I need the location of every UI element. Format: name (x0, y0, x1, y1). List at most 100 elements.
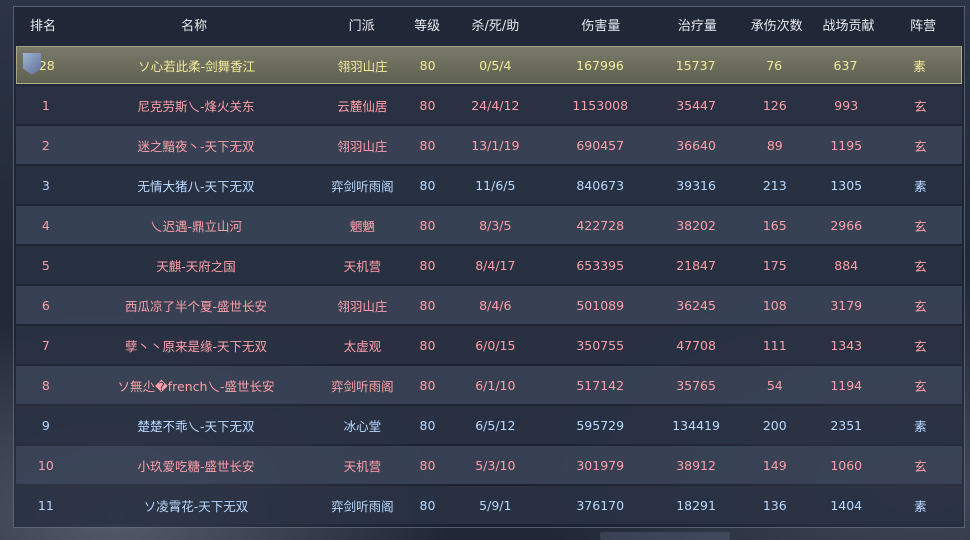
rank-cell: 5 (41, 257, 50, 273)
table-row[interactable]: 3 无情大猪八-天下无双 弈剑听雨阁 80 11/6/5 840673 39316 213 13… (16, 166, 962, 204)
faction-cell: 太虚观 (343, 338, 382, 354)
kda-cell: 8/3/5 (479, 217, 512, 233)
level-cell: 80 (419, 257, 436, 273)
kda-cell: 6/0/15 (475, 337, 516, 353)
header-rank[interactable]: 排名 (13, 15, 73, 34)
heal-cell: 21847 (676, 257, 716, 273)
kda-cell: 6/5/12 (475, 417, 516, 433)
damage-cell: 1153008 (572, 97, 629, 113)
kda-cell: 8/4/6 (479, 297, 512, 313)
faction-cell: 弈剑听雨阁 (331, 498, 394, 514)
heal-cell: 134419 (672, 417, 720, 433)
header-kda[interactable]: 杀/死/助 (446, 15, 544, 34)
kda-cell: 11/6/5 (475, 177, 516, 193)
name-cell: 西瓜凉了半个夏-盛世长安 (124, 298, 267, 314)
table-row[interactable]: 2 迷之黯夜丶-天下无双 翎羽山庄 80 13/1/19 690457 36640 89 119… (16, 126, 962, 164)
contribution-cell: 1195 (830, 137, 863, 153)
contribution-cell: 2351 (830, 417, 863, 433)
damage-cell: 517142 (576, 377, 625, 393)
faction-cell: 冰心堂 (343, 418, 382, 434)
scroll-track[interactable] (600, 532, 730, 540)
name-cell: 尼克劳斯乀-烽火关东 (137, 98, 255, 114)
scoreboard-screen: 排名 名称 门派 等级 杀/死/助 伤害量 治疗量 承伤次数 战场贡献 阵营 2… (0, 0, 970, 540)
name-cell: 楚楚不乖乀-天下无双 (137, 418, 255, 434)
damage-cell: 376170 (576, 497, 625, 513)
table-row[interactable]: 1 尼克劳斯乀-烽火关东 云麓仙居 80 24/4/12 1153008 35447 126 9… (16, 86, 962, 124)
header-hits-taken[interactable]: 承伤次数 (737, 15, 815, 34)
kda-cell: 5/9/1 (479, 497, 512, 513)
table-row[interactable]: 11 ソ凌霄花-天下无双 弈剑听雨阁 80 5/9/1 376170 18291 136 140… (16, 486, 962, 524)
header-heal[interactable]: 治疗量 (657, 15, 737, 34)
camp-cell: 素 (914, 178, 927, 194)
kda-cell: 5/3/10 (475, 457, 516, 473)
camp-cell: 玄 (914, 138, 927, 154)
table-row[interactable]: 8 ソ無尐�french乀-盛世长安 弈剑听雨阁 80 6/1/10 517142 3576… (16, 366, 962, 404)
camp-cell: 玄 (914, 458, 927, 474)
damage-cell: 350755 (576, 337, 625, 353)
faction-cell: 天机营 (343, 258, 382, 274)
name-cell: ソ心若此柔-剑舞香江 (138, 58, 256, 74)
kda-cell: 13/1/19 (471, 137, 520, 153)
camp-cell: 素 (913, 58, 926, 74)
camp-cell: 玄 (914, 218, 927, 234)
heal-cell: 38912 (676, 457, 716, 473)
camp-cell: 玄 (914, 378, 927, 394)
contribution-cell: 3179 (830, 297, 863, 313)
heal-cell: 15737 (675, 57, 716, 73)
hits-taken-cell: 89 (766, 137, 783, 153)
rank-cell: 3 (41, 177, 50, 193)
table-row[interactable]: 7 孽丶丶原来是缘-天下无双 太虚观 80 6/0/15 350755 47708 111 13… (16, 326, 962, 364)
damage-cell: 501089 (576, 297, 625, 313)
table-header: 排名 名称 门派 等级 杀/死/助 伤害量 治疗量 承伤次数 战场贡献 阵营 (13, 6, 965, 42)
contribution-cell: 993 (834, 97, 859, 113)
table-row-self[interactable]: 28 ソ心若此柔-剑舞香江 翎羽山庄 80 0/5/4 167996 15737 76 637 素 (16, 46, 962, 84)
damage-cell: 840673 (576, 177, 625, 193)
camp-cell: 素 (914, 418, 927, 434)
hits-taken-cell: 213 (762, 177, 787, 193)
header-contribution[interactable]: 战场贡献 (816, 15, 882, 34)
name-cell: 小玖爱吃糖-盛世长安 (137, 458, 255, 474)
level-cell: 80 (419, 137, 436, 153)
heal-cell: 39316 (676, 177, 716, 193)
name-cell: 天麒-天府之国 (156, 258, 236, 274)
table-row[interactable]: 6 西瓜凉了半个夏-盛世长安 翎羽山庄 80 8/4/6 501089 36245 108 31… (16, 286, 962, 324)
header-name[interactable]: 名称 (73, 15, 315, 34)
level-cell: 80 (419, 417, 436, 433)
damage-cell: 653395 (576, 257, 625, 273)
header-damage[interactable]: 伤害量 (545, 15, 658, 34)
contribution-cell: 1060 (830, 457, 863, 473)
heal-cell: 38202 (676, 217, 716, 233)
level-cell: 80 (419, 57, 436, 73)
contribution-cell: 1305 (830, 177, 863, 193)
table-row[interactable]: 5 天麒-天府之国 天机营 80 8/4/17 653395 21847 175 884 玄 (16, 246, 962, 284)
faction-cell: 云麓仙居 (337, 98, 388, 114)
kda-cell: 24/4/12 (471, 97, 520, 113)
level-cell: 80 (419, 457, 436, 473)
heal-cell: 18291 (676, 497, 716, 513)
faction-cell: 翎羽山庄 (337, 298, 388, 314)
faction-cell: 魍魉 (349, 218, 375, 234)
header-level[interactable]: 等级 (408, 15, 446, 34)
damage-cell: 690457 (576, 137, 625, 153)
hits-taken-cell: 175 (762, 257, 787, 273)
contribution-cell: 1343 (830, 337, 863, 353)
header-faction[interactable]: 门派 (315, 15, 408, 34)
table-row[interactable]: 4 乀迟遇-鼎立山河 魍魉 80 8/3/5 422728 38202 165 2966 玄 (16, 206, 962, 244)
camp-cell: 玄 (914, 298, 927, 314)
contribution-cell: 637 (833, 57, 858, 73)
name-cell: 无情大猪八-天下无双 (137, 178, 255, 194)
level-cell: 80 (419, 297, 436, 313)
level-cell: 80 (419, 377, 436, 393)
faction-cell: 弈剑听雨阁 (331, 178, 394, 194)
hits-taken-cell: 108 (762, 297, 787, 313)
hits-taken-cell: 165 (762, 217, 787, 233)
kda-cell: 8/4/17 (475, 257, 516, 273)
hits-taken-cell: 54 (766, 377, 783, 393)
table-row[interactable]: 9 楚楚不乖乀-天下无双 冰心堂 80 6/5/12 595729 134419 200 235… (16, 406, 962, 444)
contribution-cell: 1404 (830, 497, 863, 513)
level-cell: 80 (419, 337, 436, 353)
header-camp[interactable]: 阵营 (881, 15, 965, 34)
table-row[interactable]: 10 小玖爱吃糖-盛世长安 天机营 80 5/3/10 301979 38912 149 106… (16, 446, 962, 484)
rank-cell: 6 (41, 297, 50, 313)
damage-cell: 595729 (576, 417, 625, 433)
